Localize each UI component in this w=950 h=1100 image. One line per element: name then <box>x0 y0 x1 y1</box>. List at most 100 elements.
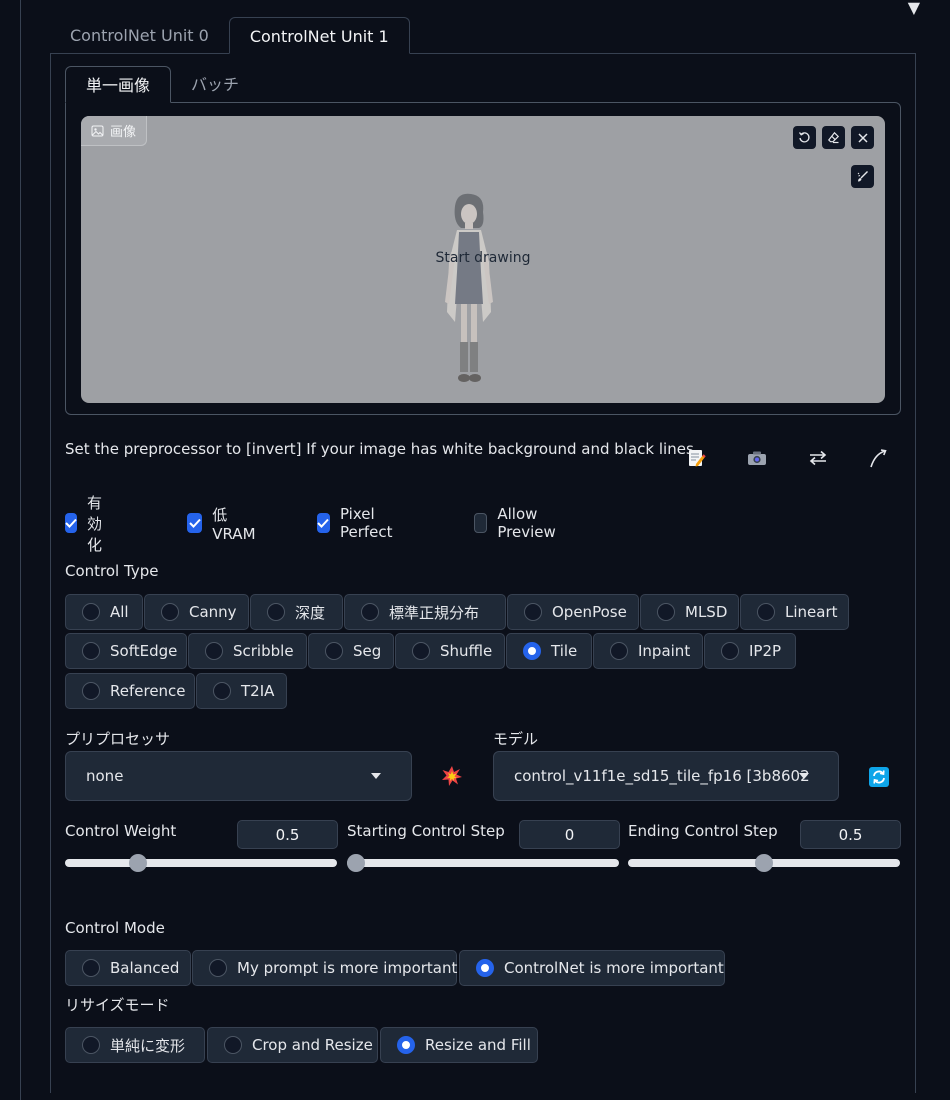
control-mode-option-prompt-important[interactable]: My prompt is more important <box>192 950 457 986</box>
preprocessor-dropdown[interactable]: none <box>65 751 412 801</box>
starting-step-slider[interactable] <box>347 854 619 872</box>
ending-step-label: Ending Control Step <box>628 822 778 840</box>
checkbox-label: Allow Preview <box>497 505 556 541</box>
send-dimensions-arrow-icon[interactable] <box>867 446 891 470</box>
radio-dot <box>82 682 100 700</box>
radio-dot <box>224 1036 242 1054</box>
brush-button[interactable] <box>851 165 874 188</box>
model-value: control_v11f1e_sd15_tile_fp16 [3b8602 <box>514 767 810 785</box>
camera-icon[interactable] <box>745 446 769 470</box>
low-vram-checkbox[interactable]: 低 VRAM <box>187 506 260 543</box>
edit-canvas-icon[interactable] <box>684 446 708 470</box>
checkbox-box <box>65 513 77 533</box>
radio-label: Inpaint <box>638 642 691 660</box>
model-label: モデル <box>493 730 539 748</box>
slider-thumb[interactable] <box>128 854 147 872</box>
radio-dot <box>82 959 100 977</box>
radio-dot-selected <box>476 959 494 977</box>
refresh-models-icon[interactable] <box>869 767 889 787</box>
eraser-button[interactable] <box>822 126 845 149</box>
slider-thumb[interactable] <box>755 854 773 872</box>
checkbox-label: Pixel Perfect <box>339 505 393 541</box>
checkmark-icon <box>65 518 77 528</box>
control-type-option-tile[interactable]: Tile <box>506 633 592 669</box>
control-weight-input[interactable]: 0.5 <box>237 820 338 849</box>
ending-step-slider[interactable] <box>628 854 900 872</box>
chevron-down-icon <box>371 773 381 779</box>
control-type-option-lineart[interactable]: Lineart <box>740 594 849 630</box>
canvas-label: 画像 <box>81 116 148 146</box>
control-type-option-softedge[interactable]: SoftEdge <box>65 633 187 669</box>
radio-label: SoftEdge <box>110 642 178 660</box>
radio-label: Balanced <box>110 959 180 977</box>
undo-icon <box>798 132 810 143</box>
control-type-option-mlsd[interactable]: MLSD <box>640 594 739 630</box>
radio-dot-selected <box>397 1036 415 1054</box>
swap-arrows-icon[interactable] <box>806 446 830 470</box>
radio-label: All <box>110 603 129 621</box>
control-type-option-ip2p[interactable]: IP2P <box>704 633 796 669</box>
radio-dot <box>524 603 542 621</box>
ending-step-input[interactable]: 0.5 <box>800 820 901 849</box>
close-icon <box>857 132 868 143</box>
radio-dot <box>205 642 223 660</box>
radio-dot <box>721 642 739 660</box>
control-weight-label: Control Weight <box>65 822 177 840</box>
control-type-option-inpaint[interactable]: Inpaint <box>593 633 703 669</box>
resize-mode-option-resize-and-fill[interactable]: Resize and Fill <box>380 1027 538 1063</box>
control-mode-option-controlnet-important[interactable]: ControlNet is more important <box>459 950 725 986</box>
control-type-option-canny[interactable]: Canny <box>144 594 249 630</box>
checkbox-box <box>317 513 330 533</box>
tab-single-image[interactable]: 単一画像 <box>65 66 172 103</box>
control-type-option-seg[interactable]: Seg <box>308 633 394 669</box>
control-type-option-scribble[interactable]: Scribble <box>188 633 307 669</box>
radio-label: T2IA <box>241 682 275 700</box>
image-tabs: 単一画像 バッチ <box>65 66 259 103</box>
radio-dot <box>361 603 379 621</box>
pixel-perfect-checkbox[interactable]: Pixel Perfect <box>317 505 400 541</box>
tab-controlnet-unit-1[interactable]: ControlNet Unit 1 <box>228 17 410 54</box>
enable-checkbox[interactable]: 有効化 <box>65 494 110 554</box>
radio-label: My prompt is more important <box>237 959 458 977</box>
control-type-option-t2ia[interactable]: T2IA <box>196 673 287 709</box>
run-preprocessor-explosion-icon[interactable] <box>441 765 463 787</box>
control-weight-slider[interactable] <box>65 854 337 872</box>
allow-preview-checkbox[interactable]: Allow Preview <box>474 505 562 541</box>
slider-thumb[interactable] <box>347 854 365 872</box>
resize-mode-option-just-resize[interactable]: 単純に変形 <box>65 1027 205 1063</box>
tab-controlnet-unit-0[interactable]: ControlNet Unit 0 <box>50 17 229 54</box>
starting-step-input[interactable]: 0 <box>519 820 620 849</box>
drawing-canvas[interactable]: 画像 Start drawing <box>81 116 885 403</box>
preprocessor-label: プリプロセッサ <box>65 730 171 748</box>
control-type-option-openpose[interactable]: OpenPose <box>507 594 639 630</box>
control-mode-option-balanced[interactable]: Balanced <box>65 950 191 986</box>
tab-batch[interactable]: バッチ <box>171 66 259 103</box>
radio-dot <box>82 642 100 660</box>
radio-label: Canny <box>189 603 237 621</box>
control-type-option-depth[interactable]: 深度 <box>250 594 343 630</box>
unit-tabs: ControlNet Unit 0 ControlNet Unit 1 <box>50 17 410 54</box>
control-type-option-shuffle[interactable]: Shuffle <box>395 633 505 669</box>
radio-label: 標準正規分布 <box>389 603 480 622</box>
clear-button[interactable] <box>851 126 874 149</box>
control-type-option-reference[interactable]: Reference <box>65 673 195 709</box>
radio-dot <box>325 642 343 660</box>
collapse-arrow-icon[interactable]: ▼ <box>908 0 920 17</box>
radio-label: Crop and Resize <box>252 1036 373 1054</box>
model-dropdown[interactable]: control_v11f1e_sd15_tile_fp16 [3b8602 <box>493 751 839 801</box>
canvas-placeholder: Start drawing <box>435 250 531 266</box>
undo-button[interactable] <box>793 126 816 149</box>
control-type-option-all[interactable]: All <box>65 594 143 630</box>
radio-dot <box>757 603 775 621</box>
radio-dot <box>82 603 100 621</box>
radio-label: Tile <box>551 642 578 660</box>
radio-label: Scribble <box>233 642 294 660</box>
control-type-option-normal-map[interactable]: 標準正規分布 <box>344 594 506 630</box>
radio-dot <box>161 603 179 621</box>
radio-dot <box>412 642 430 660</box>
radio-label: Reference <box>110 682 186 700</box>
radio-label: Seg <box>353 642 382 660</box>
radio-label: IP2P <box>749 642 782 660</box>
checkbox-label: 低 VRAM <box>212 505 256 543</box>
resize-mode-option-crop-and-resize[interactable]: Crop and Resize <box>207 1027 378 1063</box>
